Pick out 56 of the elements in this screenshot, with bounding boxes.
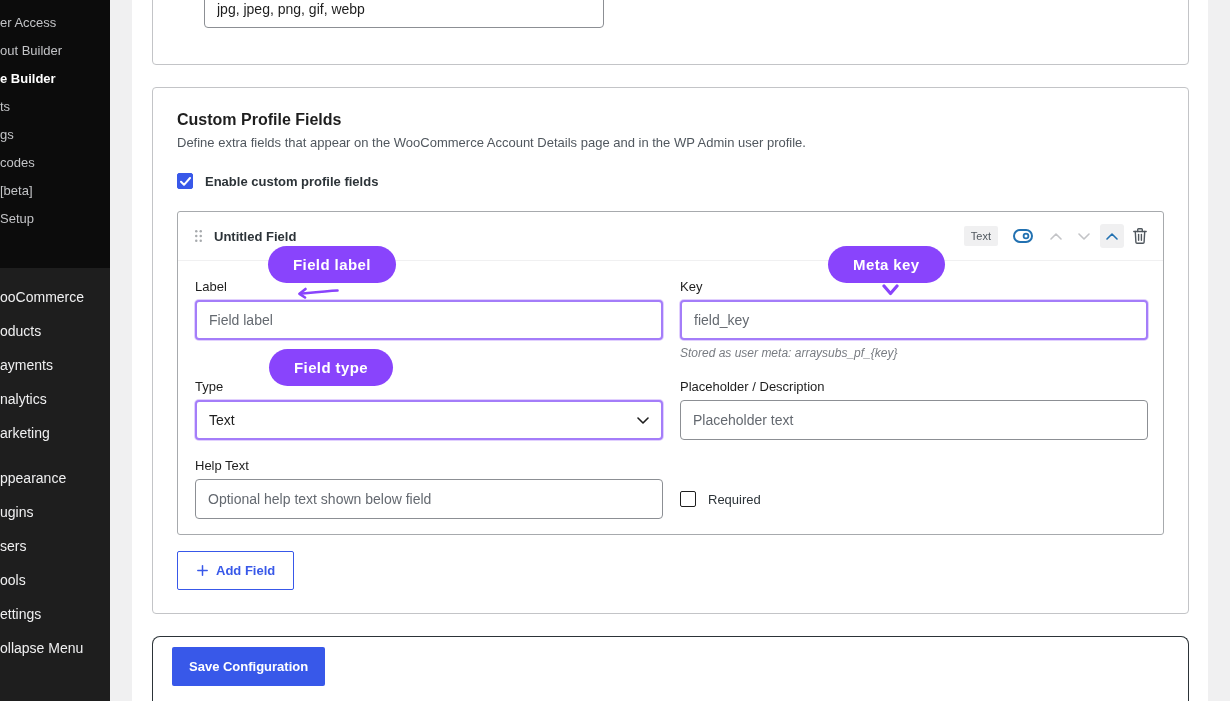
sidebar-submenu-item[interactable]: ts	[0, 93, 110, 121]
add-field-button[interactable]: Add Field	[177, 551, 295, 590]
sidebar-menu-item[interactable]: ettings	[0, 597, 110, 631]
sidebar-submenu-item[interactable]: e Builder	[0, 65, 110, 93]
chevron-up-icon	[1050, 232, 1062, 240]
sidebar-submenu-item[interactable]: [beta]	[0, 177, 110, 205]
field-label: Placeholder / Description	[680, 379, 825, 394]
section-title: Custom Profile Fields	[177, 110, 342, 130]
check-icon	[179, 176, 191, 186]
field-label: Key	[680, 279, 703, 294]
text-field[interactable]: jpg, jpeg, png, gif, webp	[204, 0, 604, 28]
annotation-callout: Field label	[268, 246, 396, 283]
trash-icon	[1133, 228, 1147, 244]
sidebar-submenu-item[interactable]: out Builder	[0, 37, 110, 65]
type-badge: Text	[963, 226, 998, 246]
sidebar-menu-item[interactable]: ayments	[0, 348, 110, 382]
checkbox[interactable]	[177, 173, 193, 189]
field-label: Help Text	[195, 458, 249, 473]
text-field[interactable]: field_key	[680, 300, 1148, 340]
plus-icon	[197, 565, 208, 576]
hint-text: Stored as user meta: arraysubs_pf_{key}	[680, 346, 898, 361]
chevron-up-icon	[1106, 232, 1118, 240]
text-field[interactable]: Field label	[195, 300, 663, 340]
caret-icon	[637, 416, 649, 424]
sidebar-submenu-item[interactable]: Setup	[0, 205, 110, 233]
sidebar-submenu-item[interactable]: er Access	[0, 9, 110, 37]
sidebar-menu-item[interactable]: ooCommerce	[0, 280, 110, 314]
save-button[interactable]: Save Configuration	[172, 647, 326, 686]
checkbox-label: Enable custom profile fields	[205, 173, 379, 189]
chevron-down-icon	[1078, 232, 1090, 240]
text-field[interactable]: Placeholder text	[680, 400, 1148, 440]
sidebar-submenu-item[interactable]: gs	[0, 121, 110, 149]
sidebar-submenu-item[interactable]: codes	[0, 149, 110, 177]
sidebar-menu-item[interactable]: arketing	[0, 416, 110, 450]
annotation-callout: Meta key	[828, 246, 945, 283]
field-label: Label	[195, 279, 227, 294]
text-field[interactable]: Optional help text shown below field	[195, 479, 663, 519]
sidebar-menu-item[interactable]: ools	[0, 563, 110, 597]
sidebar-menu-item[interactable]: sers	[0, 529, 110, 563]
checkbox-label: Required	[708, 491, 761, 507]
field-title: Untitled Field	[214, 228, 297, 244]
collapse-button[interactable]	[1100, 224, 1124, 248]
sidebar-menu-item[interactable]: ugins	[0, 495, 110, 529]
section-description: Define extra fields that appear on the WooCommerce Account Details page and in the WP Admin user profile.	[177, 134, 806, 152]
field-label: Type	[195, 379, 224, 394]
annotation-callout: Field type	[269, 349, 393, 386]
sidebar-menu-item[interactable]: ppearance	[0, 461, 110, 495]
sidebar-menu-item[interactable]: ollapse Menu	[0, 631, 110, 665]
type-select[interactable]: Text	[195, 400, 663, 440]
checkbox[interactable]	[680, 491, 696, 507]
arrow-left-icon	[297, 287, 339, 299]
sidebar-menu-item[interactable]: nalytics	[0, 382, 110, 416]
toggle-on-icon[interactable]	[1013, 229, 1033, 243]
drag-handle-icon[interactable]	[195, 230, 202, 242]
chevron-down-icon	[882, 284, 899, 296]
sidebar-menu-item[interactable]: oducts	[0, 314, 110, 348]
